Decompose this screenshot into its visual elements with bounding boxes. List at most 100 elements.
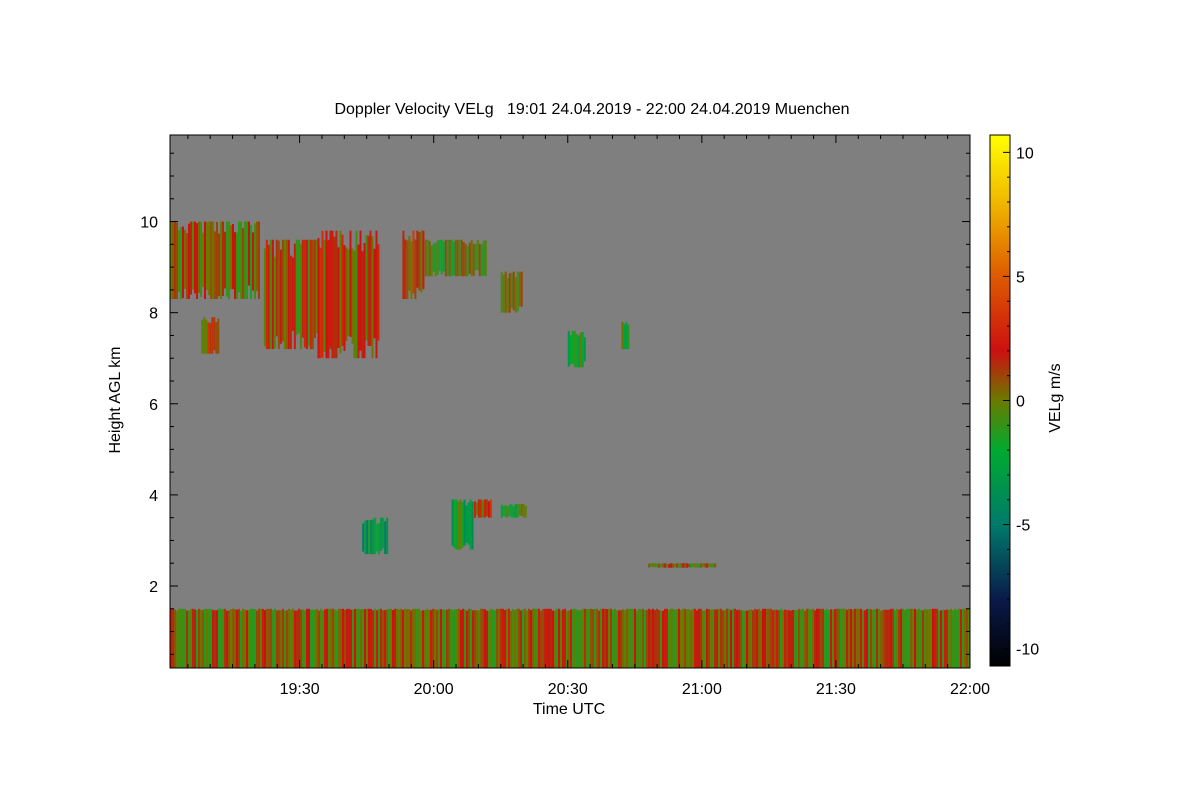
echo-strip [566, 610, 568, 668]
echo-strip [390, 608, 392, 668]
echo-strip [271, 239, 274, 350]
echo-strip [267, 244, 270, 350]
echo-strip [868, 608, 870, 668]
echo-strip [363, 243, 366, 359]
echo-strip [240, 610, 242, 668]
colorbar-tick-label: -5 [1016, 518, 1030, 535]
echo-strip [198, 221, 200, 293]
echo-strip [550, 608, 552, 668]
echo-strip [496, 608, 498, 668]
echo-strip [730, 610, 732, 668]
echo-strip [201, 319, 204, 354]
echo-strip [618, 610, 620, 668]
echo-strip [602, 608, 604, 668]
x-tick-label: 21:00 [682, 681, 722, 698]
echo-strip [620, 610, 622, 668]
echo-strip [436, 610, 438, 668]
echo-strip [688, 609, 690, 668]
echo-strip [802, 608, 804, 668]
echo-strip [744, 610, 746, 668]
echo-strip [192, 608, 194, 668]
echo-strip [269, 239, 272, 350]
echo-strip [370, 608, 372, 668]
echo-strip [866, 608, 868, 668]
echo-strip [714, 609, 716, 668]
echo-strip [627, 324, 630, 350]
echo-strip [314, 609, 316, 668]
echo-strip [782, 610, 784, 668]
y-axis-label: Height AGL km [107, 346, 124, 453]
echo-strip [420, 230, 423, 293]
echo-strip [844, 608, 846, 668]
echo-strip [452, 241, 455, 276]
echo-strip [178, 608, 180, 668]
echo-strip [570, 609, 572, 668]
echo-strip [950, 608, 952, 668]
echo-strip [638, 608, 640, 668]
echo-strip [436, 240, 439, 275]
y-tick-label: 10 [140, 215, 158, 232]
echo-strip [202, 232, 204, 287]
echo-strip [475, 502, 478, 515]
echo-strip [704, 563, 707, 568]
echo-strip [327, 241, 330, 359]
echo-strip [546, 608, 548, 668]
echo-strip [788, 610, 790, 668]
doppler-velocity-chart: Doppler Velocity VELg 19:01 24.04.2019 -… [107, 101, 1064, 718]
echo-strip [660, 610, 662, 668]
echo-strip [250, 608, 252, 668]
echo-strip [222, 609, 224, 668]
echo-strip [476, 610, 478, 668]
echo-strip [820, 608, 822, 668]
echo-strip [323, 251, 326, 352]
echo-strip [318, 610, 320, 668]
echo-strip [281, 239, 284, 342]
echo-strip [596, 608, 598, 668]
echo-strip [446, 609, 448, 668]
echo-strip [462, 242, 465, 277]
echo-strip [794, 610, 796, 668]
echo-strip [702, 563, 705, 568]
echo-strip [388, 608, 390, 668]
echo-strip [373, 248, 376, 339]
echo-strip [416, 230, 419, 288]
echo-strip [346, 608, 348, 668]
echo-strip [514, 277, 517, 313]
echo-strip [342, 608, 344, 668]
echo-strip [481, 500, 484, 518]
echo-strip [487, 501, 490, 518]
echo-strip [760, 610, 762, 668]
echo-strip [438, 239, 441, 271]
echo-strip [948, 610, 950, 668]
x-tick-label: 22:00 [950, 681, 990, 698]
echo-strip [578, 609, 580, 668]
echo-strip [258, 608, 260, 668]
echo-strip [860, 608, 862, 668]
echo-strip [540, 610, 542, 668]
echo-strip [214, 610, 216, 668]
echo-strip [510, 504, 513, 518]
echo-strip [220, 221, 222, 299]
echo-strip [468, 608, 470, 668]
echo-strip [790, 610, 792, 668]
echo-strip [516, 504, 519, 518]
echo-strip [217, 318, 220, 354]
echo-strip [574, 608, 576, 668]
echo-strip [418, 232, 421, 291]
echo-strip [301, 239, 304, 338]
echo-strip [210, 221, 212, 299]
echo-strip [324, 609, 326, 668]
echo-strip [282, 608, 284, 668]
echo-strip [306, 608, 308, 668]
echo-strip [273, 256, 276, 349]
echo-strip [502, 505, 505, 517]
echo-strip [256, 221, 258, 292]
colorbar-tick-label: 5 [1016, 269, 1025, 286]
echo-strip [206, 608, 208, 668]
echo-strip [348, 608, 350, 668]
echo-strip [738, 609, 740, 668]
echo-strip [176, 222, 178, 299]
echo-strip [341, 234, 344, 347]
echo-strip [212, 609, 214, 668]
echo-strip [806, 608, 808, 668]
